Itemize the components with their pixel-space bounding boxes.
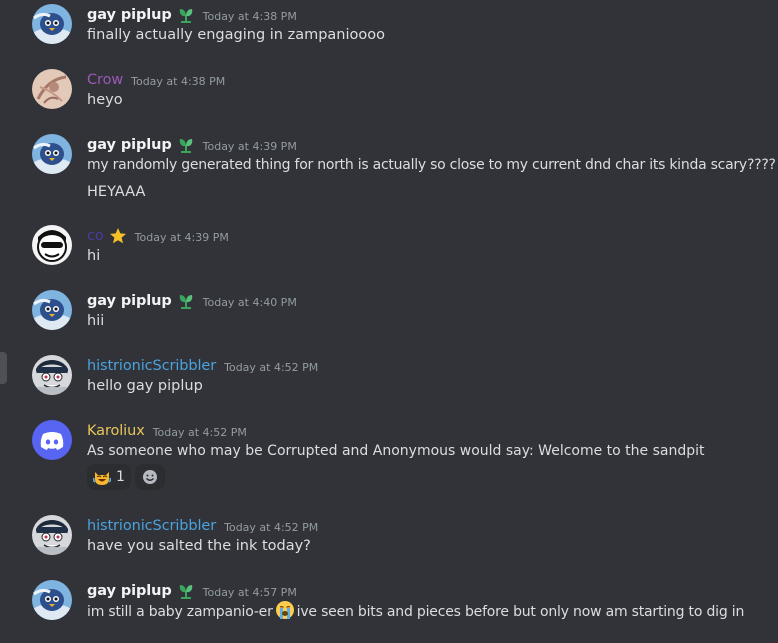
username[interactable]: co [87, 228, 104, 244]
avatar[interactable] [32, 420, 72, 460]
message-header: gay piplup Today at 4:38 PM [87, 4, 297, 26]
reaction-chip[interactable]: 1 [87, 464, 131, 490]
message-text: hi [87, 248, 101, 264]
message-text: hii [87, 313, 105, 329]
sprout-badge-icon[interactable] [177, 136, 195, 154]
piplup-avatar-image [32, 580, 72, 620]
message-text: im still a baby zampanio-er ive seen bit… [87, 600, 744, 622]
avatar[interactable] [32, 515, 72, 555]
timestamp[interactable]: Today at 4:38 PM [131, 75, 225, 88]
message-header: co Today at 4:39 PM [87, 225, 229, 247]
timestamp[interactable]: Today at 4:38 PM [203, 10, 297, 23]
add-reaction-button[interactable] [134, 464, 165, 490]
piplup-avatar-image [32, 4, 72, 44]
avatar[interactable] [32, 134, 72, 174]
username[interactable]: Crow [87, 72, 123, 88]
message-text: finally actually engaging in zampanioooo [87, 27, 386, 43]
username[interactable]: gay piplup [87, 293, 172, 309]
timestamp[interactable]: Today at 4:39 PM [203, 140, 297, 153]
message-text: heyo [87, 92, 123, 108]
scribbler-avatar-image [32, 355, 72, 395]
avatar[interactable] [32, 290, 72, 330]
loudly-crying-emoji [275, 600, 295, 627]
avatar[interactable] [32, 4, 72, 44]
timestamp[interactable]: Today at 4:40 PM [203, 296, 297, 309]
avatar[interactable] [32, 355, 72, 395]
message-header: gay piplup Today at 4:40 PM [87, 290, 297, 312]
message-header: histrionicScribbler Today at 4:52 PM [87, 355, 318, 377]
chat-messages-pane[interactable]: gay piplup Today at 4:38 PM finally actu… [0, 0, 778, 643]
message-text: As someone who may be Corrupted and Anon… [87, 443, 705, 459]
message-text-part: ive seen bits and pieces before but only… [296, 604, 745, 620]
sprout-badge-icon[interactable] [177, 292, 195, 310]
message-header: gay piplup Today at 4:39 PM [87, 134, 297, 156]
message-text: hello gay piplup [87, 378, 203, 394]
scribbler-avatar-image [32, 515, 72, 555]
crow-avatar-image [32, 69, 72, 109]
username[interactable]: gay piplup [87, 583, 172, 599]
username[interactable]: Karoliux [87, 423, 145, 439]
avatar[interactable] [32, 69, 72, 109]
add-reaction-icon [142, 470, 157, 484]
timestamp[interactable]: Today at 4:52 PM [224, 521, 318, 534]
message-header: Karoliux Today at 4:52 PM [87, 420, 247, 442]
timestamp[interactable]: Today at 4:52 PM [224, 361, 318, 374]
scrollbar-handle[interactable] [0, 352, 7, 384]
message-text-part: im still a baby zampanio-er [87, 604, 273, 620]
laughing-cat-emoji [93, 472, 111, 485]
co-avatar-image [32, 225, 72, 265]
star-badge-icon[interactable] [109, 227, 127, 245]
reactions-bar: 1 [87, 464, 165, 490]
message-header: histrionicScribbler Today at 4:52 PM [87, 515, 318, 537]
username[interactable]: gay piplup [87, 137, 172, 153]
piplup-avatar-image [32, 134, 72, 174]
piplup-avatar-image [32, 290, 72, 330]
timestamp[interactable]: Today at 4:57 PM [203, 586, 297, 599]
avatar[interactable] [32, 580, 72, 620]
message-header: Crow Today at 4:38 PM [87, 69, 225, 91]
username[interactable]: histrionicScribbler [87, 518, 216, 534]
message-text: HEYAAA [87, 184, 146, 200]
username[interactable]: gay piplup [87, 7, 172, 23]
reaction-count: 1 [116, 469, 125, 485]
avatar[interactable] [32, 225, 72, 265]
sprout-badge-icon[interactable] [177, 582, 195, 600]
message-text: my randomly generated thing for north is… [87, 157, 776, 173]
timestamp[interactable]: Today at 4:39 PM [135, 231, 229, 244]
sprout-badge-icon[interactable] [177, 6, 195, 24]
username[interactable]: histrionicScribbler [87, 358, 216, 374]
discord-logo-icon [40, 432, 64, 450]
message-header: gay piplup Today at 4:57 PM [87, 580, 297, 602]
message-text: have you salted the ink today? [87, 538, 311, 554]
timestamp[interactable]: Today at 4:52 PM [153, 426, 247, 439]
